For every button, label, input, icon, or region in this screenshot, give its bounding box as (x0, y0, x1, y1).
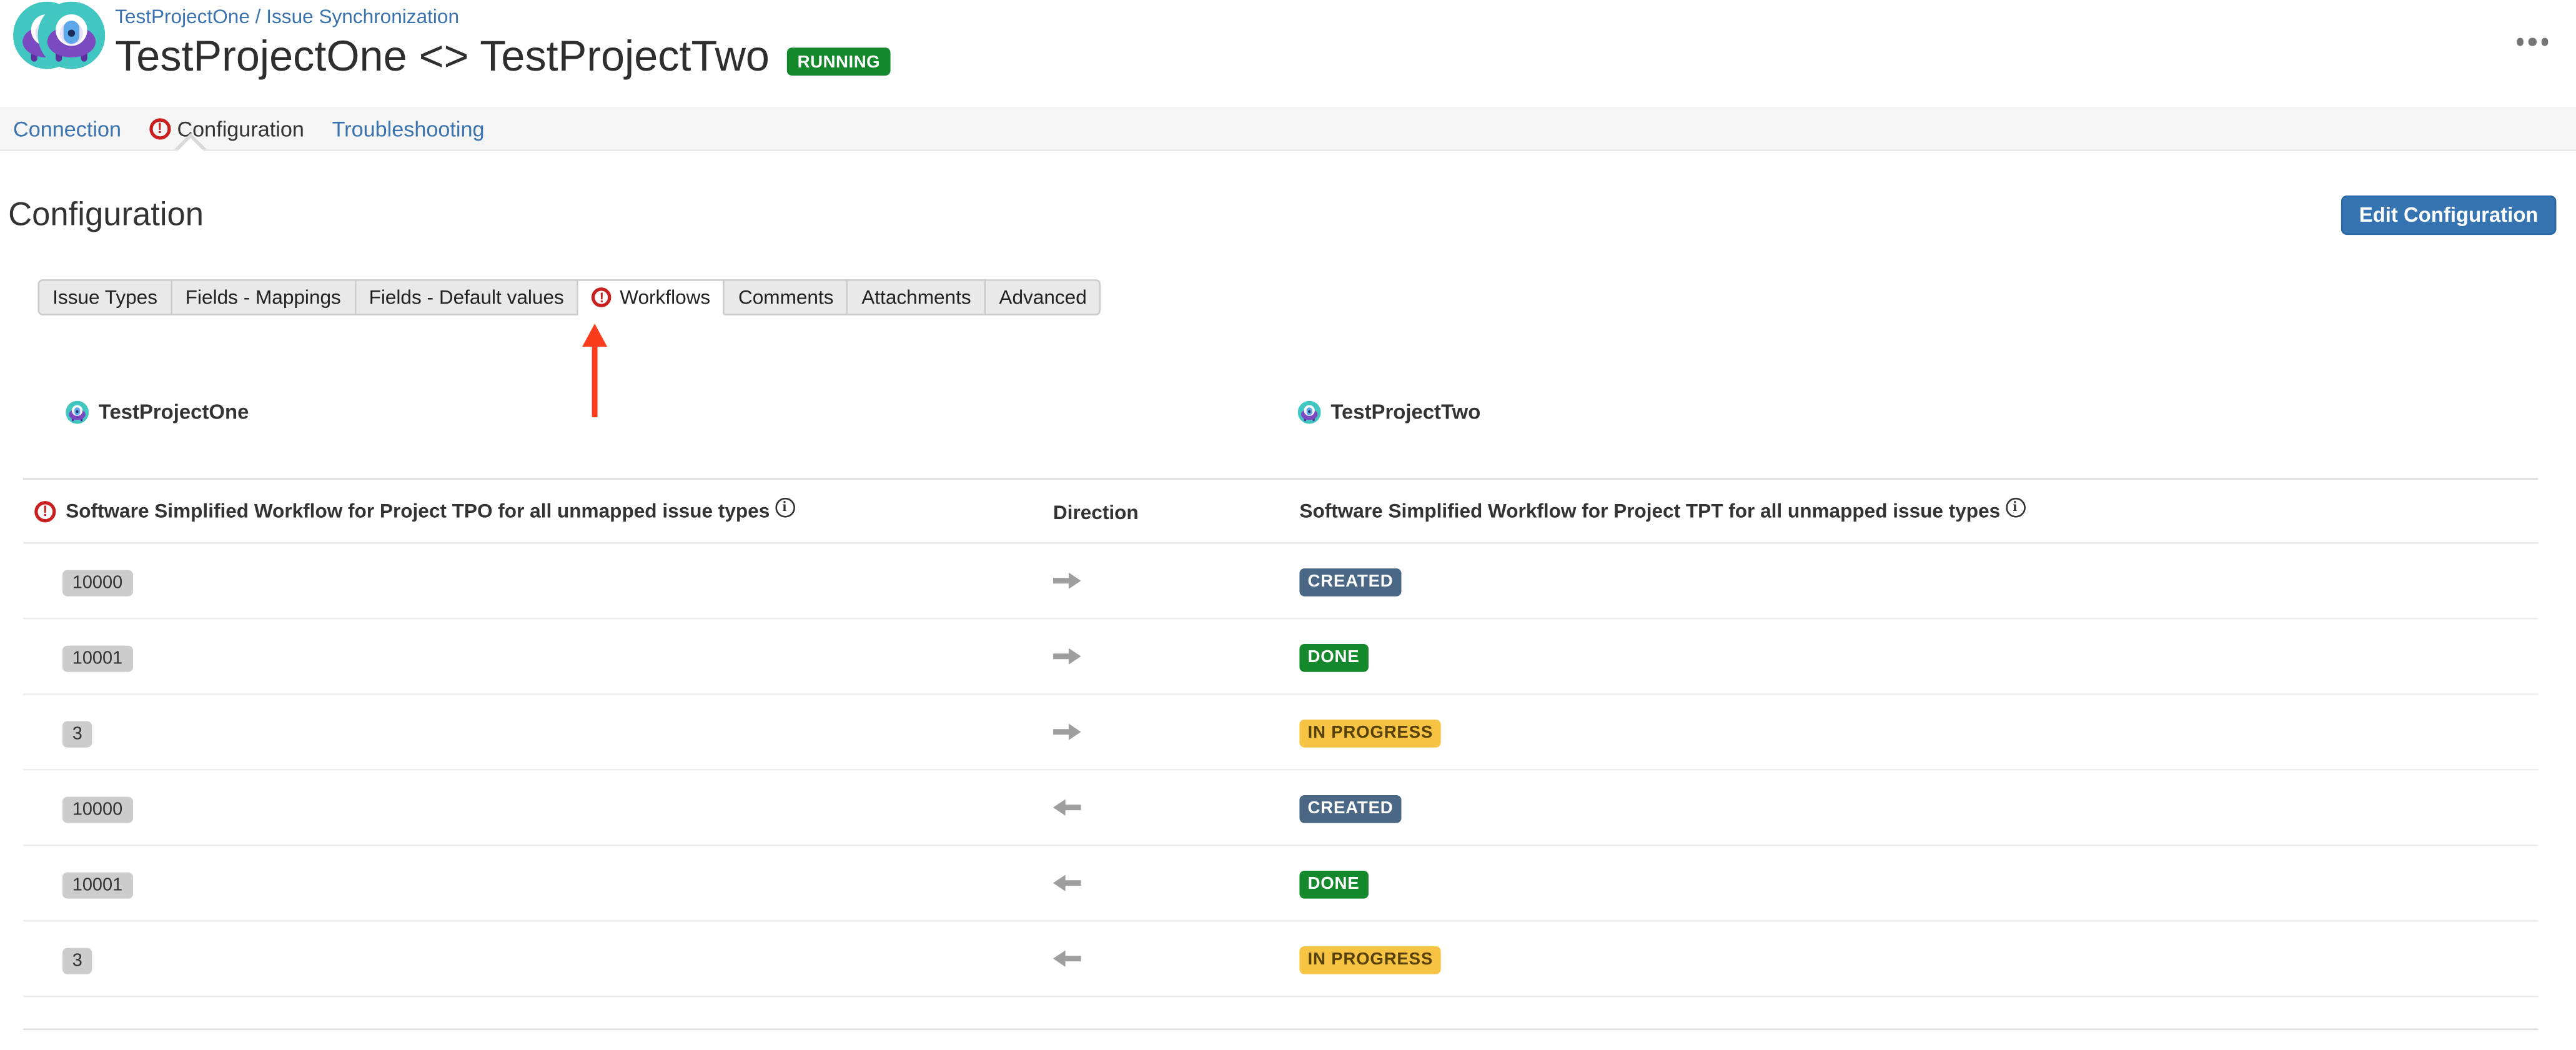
breadcrumb: TestProjectOne / Issue Synchronization (115, 5, 890, 28)
source-status-badge: 3 (62, 720, 92, 746)
target-status-badge: IN PROGRESS (1299, 719, 1441, 747)
table-row: 3 IN PROGRESS (23, 921, 2539, 997)
table-row: 3 IN PROGRESS (23, 695, 2539, 771)
running-status-badge: RUNNING (788, 47, 890, 76)
tab-label: Workflows (620, 286, 710, 309)
section-nav: Connection ! Configuration Troubleshooti… (0, 107, 2576, 151)
warning-icon: ! (34, 501, 56, 522)
tab-label: Issue Types (52, 286, 157, 309)
issue-sync-page: TestProjectOne / Issue Synchronization T… (0, 0, 2576, 1050)
workflow-mapping-table: ! Software Simplified Workflow for Proje… (23, 478, 2539, 1030)
source-status-badge: 10000 (62, 569, 132, 595)
nav-item-configuration[interactable]: ! Configuration (149, 116, 304, 140)
tab-label: Fields - Default values (369, 286, 564, 309)
tab-issue-types[interactable]: Issue Types (37, 279, 172, 315)
project-right-name: TestProjectTwo (1330, 401, 1480, 424)
left-workflow-header: Software Simplified Workflow for Project… (66, 500, 795, 524)
source-status-badge: 10000 (62, 796, 132, 822)
connection-title: TestProjectOne <> TestProjectTwo (115, 33, 770, 79)
table-row: 10000 CREATED (23, 771, 2539, 846)
table-row: 10000 CREATED (23, 544, 2539, 620)
more-menu-icon[interactable] (2513, 34, 2552, 48)
tab-fields-default-values[interactable]: Fields - Default values (356, 279, 579, 315)
table-row: 10001 DONE (23, 620, 2539, 695)
sync-direction-arrow-icon (1053, 798, 1300, 816)
breadcrumb-separator: / (250, 5, 266, 28)
project-avatar-icon (1298, 401, 1321, 424)
source-status-badge: 10001 (62, 871, 132, 898)
exalate-logo-icon (13, 2, 105, 77)
project-left-name: TestProjectOne (99, 401, 249, 424)
table-row: 10001 DONE (23, 846, 2539, 922)
tab-workflows[interactable]: ! Workflows (578, 279, 725, 315)
project-left: TestProjectOne (66, 401, 249, 424)
active-section-caret (177, 138, 204, 151)
configuration-tabs: Issue Types Fields - Mappings Fields - D… (37, 279, 2576, 315)
app-header: TestProjectOne / Issue Synchronization T… (0, 0, 2576, 107)
tab-label: Advanced (999, 286, 1086, 309)
table-header-row: ! Software Simplified Workflow for Proje… (23, 480, 2539, 544)
tab-comments[interactable]: Comments (725, 279, 848, 315)
nav-item-troubleshooting[interactable]: Troubleshooting (332, 116, 485, 140)
info-icon[interactable]: i (775, 498, 795, 518)
nav-item-connection[interactable]: Connection (13, 116, 121, 140)
source-status-badge: 3 (62, 947, 92, 973)
tab-advanced[interactable]: Advanced (986, 279, 1101, 315)
tab-label: Comments (738, 286, 834, 309)
direction-header: Direction (1053, 500, 1300, 523)
nav-item-label: Connection (13, 116, 121, 140)
sync-direction-arrow-icon (1053, 723, 1300, 741)
target-status-badge: DONE (1299, 870, 1367, 898)
project-headers: TestProjectOne TestProjectTwo (0, 401, 2576, 427)
sync-direction-arrow-icon (1053, 572, 1300, 590)
breadcrumb-page-link[interactable]: Issue Synchronization (266, 5, 459, 28)
info-icon[interactable]: i (2005, 498, 2025, 518)
tab-fields-mappings[interactable]: Fields - Mappings (172, 279, 356, 315)
breadcrumb-project-link[interactable]: TestProjectOne (115, 5, 250, 28)
project-avatar-icon (66, 401, 89, 424)
page-section-title: Configuration (8, 197, 2556, 234)
target-status-badge: CREATED (1299, 568, 1401, 596)
target-status-badge: IN PROGRESS (1299, 946, 1441, 974)
source-status-badge: 10001 (62, 645, 132, 671)
sync-direction-arrow-icon (1053, 874, 1300, 892)
tab-attachments[interactable]: Attachments (848, 279, 986, 315)
target-status-badge: DONE (1299, 643, 1367, 671)
warning-icon: ! (592, 287, 612, 307)
nav-item-label: Troubleshooting (332, 116, 485, 140)
project-right: TestProjectTwo (1298, 401, 1481, 424)
sync-direction-arrow-icon (1053, 647, 1300, 665)
right-workflow-header: Software Simplified Workflow for Project… (1299, 500, 2024, 523)
target-status-badge: CREATED (1299, 795, 1401, 823)
sync-direction-arrow-icon (1053, 949, 1300, 968)
tab-label: Fields - Mappings (186, 286, 341, 309)
warning-icon: ! (149, 117, 171, 139)
edit-configuration-button[interactable]: Edit Configuration (2341, 196, 2557, 235)
tab-label: Attachments (861, 286, 971, 309)
